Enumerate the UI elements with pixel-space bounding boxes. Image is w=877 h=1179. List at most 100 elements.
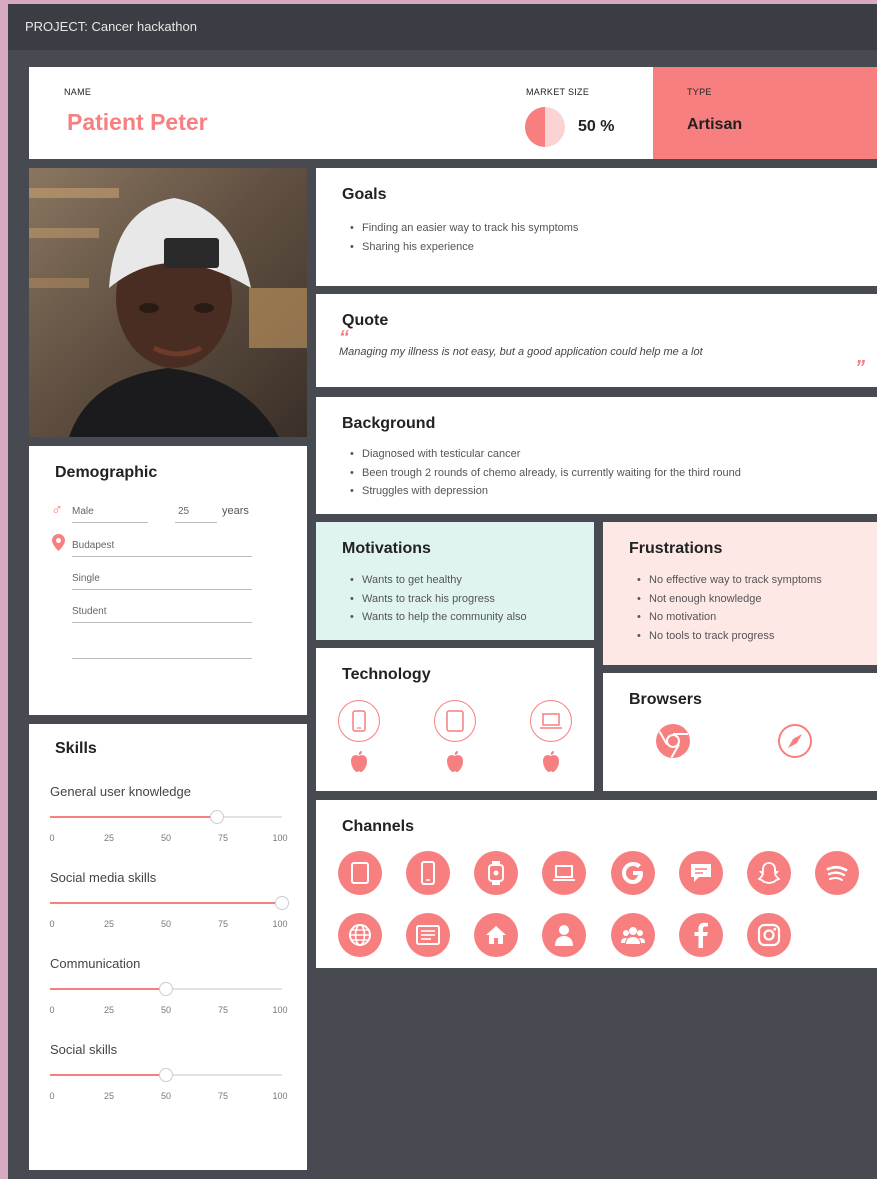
goals-title: Goals: [342, 186, 387, 203]
apple-icon: [445, 749, 465, 778]
skill-slider[interactable]: [50, 810, 282, 824]
tablet-icon: [434, 700, 476, 742]
tablet-icon: [338, 851, 382, 895]
close-quote-icon: ”: [855, 357, 865, 379]
browsers-card: Browsers: [603, 673, 877, 791]
list-item: Struggles with depression: [340, 482, 741, 501]
scale-tick-label: 0: [49, 833, 55, 843]
technology-title: Technology: [342, 666, 431, 683]
phone-icon: [406, 851, 450, 895]
laptop-icon: [530, 700, 572, 742]
skill-slider[interactable]: [50, 1068, 282, 1082]
skills-card: Skills General user knowledge 0 25 50 75 100 S…: [29, 724, 307, 1170]
list-item: Sharing his experience: [340, 238, 578, 257]
skill-slider[interactable]: [50, 896, 289, 910]
name-label: NAME: [64, 87, 92, 97]
instagram-icon: [747, 913, 791, 957]
extra-field: [72, 640, 252, 659]
scale-tick-label: 50: [160, 833, 172, 843]
google-icon: [611, 851, 655, 895]
age-unit: years: [222, 505, 249, 517]
scale-tick-label: 75: [217, 1091, 229, 1101]
watch-icon: [474, 851, 518, 895]
skill-slider-handle[interactable]: [159, 1068, 173, 1082]
frustrations-list: No effective way to track symptoms Not e…: [627, 571, 822, 645]
list-item: No tools to track progress: [627, 627, 822, 646]
spotify-icon: [815, 851, 859, 895]
motivations-card: Motivations Wants to get healthy Wants t…: [316, 522, 594, 640]
home-icon: [474, 913, 518, 957]
scale-tick-label: 50: [160, 1005, 172, 1015]
scale-tick-label: 100: [272, 833, 288, 843]
skill-slider-handle[interactable]: [275, 896, 289, 910]
scale-tick-label: 100: [272, 1091, 288, 1101]
list-item: Diagnosed with testicular cancer: [340, 445, 741, 464]
persona-photo: [29, 168, 307, 437]
location-field: Budapest: [72, 540, 252, 557]
scale-tick-label: 0: [49, 1091, 55, 1101]
scale-tick-label: 50: [160, 919, 172, 929]
background-title: Background: [342, 415, 436, 432]
browsers-title: Browsers: [629, 691, 702, 708]
safari-icon: [777, 723, 813, 764]
occupation-field: Student: [72, 606, 252, 623]
list-item: Wants to get healthy: [340, 571, 527, 590]
list-item: Wants to help the community also: [340, 608, 527, 627]
skill-slider-fill: [50, 1074, 166, 1076]
persona-board: PROJECT: Cancer hackathon NAME Patient P…: [8, 4, 877, 1179]
apple-icon: [541, 749, 561, 778]
type-panel: TYPE Artisan: [653, 67, 877, 159]
skill-slider[interactable]: [50, 982, 282, 996]
market-size-value: 50 %: [578, 118, 615, 135]
gender-field: Male: [72, 506, 148, 523]
background-card: Background Diagnosed with testicular can…: [316, 397, 877, 514]
market-size-label: MARKET SIZE: [526, 87, 590, 97]
scale-tick-label: 25: [103, 1005, 115, 1015]
list-item: No motivation: [627, 608, 822, 627]
channels-title: Channels: [342, 818, 415, 835]
message-icon: [679, 851, 723, 895]
facebook-icon: [679, 913, 723, 957]
skill-slider-fill: [50, 988, 166, 990]
person-icon: [542, 913, 586, 957]
skill-label: Social skills: [50, 1042, 118, 1057]
community-icon: [611, 913, 655, 957]
person-photo-illustration: [29, 168, 307, 437]
skill-slider-fill: [50, 816, 218, 818]
scale-tick-label: 100: [272, 919, 288, 929]
goals-card: Goals Finding an easier way to track his…: [316, 168, 877, 286]
list-item: Finding an easier way to track his sympt…: [340, 219, 578, 238]
project-bar: PROJECT: Cancer hackathon: [8, 4, 877, 50]
male-icon: ♂: [51, 502, 63, 519]
laptop-icon: [542, 851, 586, 895]
type-value: Artisan: [687, 116, 743, 133]
skill-slider-handle[interactable]: [210, 810, 225, 824]
skills-title: Skills: [55, 740, 97, 757]
demographic-card: Demographic ♂ Male 25 years Budapest Sin…: [29, 446, 307, 715]
scale-tick-label: 0: [49, 919, 55, 929]
motivations-title: Motivations: [342, 540, 431, 557]
project-title: PROJECT: Cancer hackathon: [25, 19, 197, 34]
motivations-list: Wants to get healthy Wants to track his …: [340, 571, 527, 627]
list-item: Wants to track his progress: [340, 590, 527, 609]
market-pie-fill: [525, 107, 545, 147]
channels-card: Channels: [316, 800, 877, 968]
scale-tick-label: 75: [217, 919, 229, 929]
age-field: 25: [175, 506, 217, 523]
scale-tick-label: 100: [272, 1005, 288, 1015]
news-icon: [406, 913, 450, 957]
skill-label: Social media skills: [50, 870, 157, 885]
type-label: TYPE: [687, 87, 712, 97]
web-icon: [338, 913, 382, 957]
scale-tick-label: 0: [49, 1005, 55, 1015]
background-list: Diagnosed with testicular cancer Been tr…: [340, 445, 741, 501]
scale-tick-label: 25: [103, 833, 115, 843]
quote-text: Managing my illness is not easy, but a g…: [339, 346, 703, 358]
scale-tick-label: 25: [103, 1091, 115, 1101]
skill-slider-handle[interactable]: [159, 982, 173, 996]
phone-icon: [338, 700, 380, 742]
skill-label: Communication: [50, 956, 141, 971]
market-pie-icon: [525, 107, 565, 147]
list-item: No effective way to track symptoms: [627, 571, 822, 590]
goals-list: Finding an easier way to track his sympt…: [340, 219, 578, 256]
